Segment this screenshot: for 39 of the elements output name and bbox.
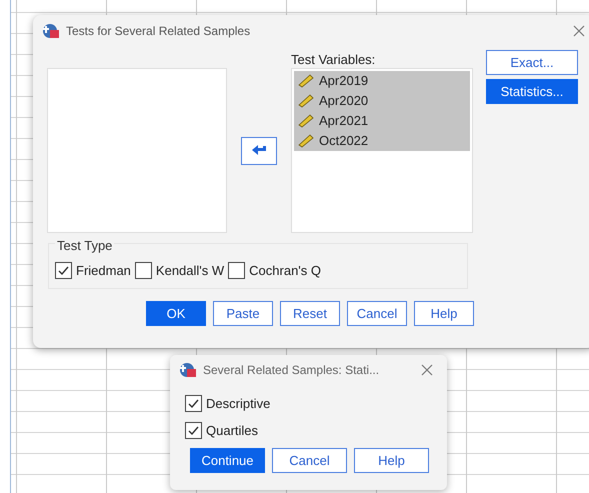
checkbox-label: Cochran's Q — [249, 262, 321, 280]
list-item[interactable]: Apr2020 — [294, 91, 470, 111]
move-button[interactable] — [241, 136, 277, 164]
dialog-button[interactable]: Exact... — [486, 50, 578, 75]
dialog-button[interactable]: Cancel — [272, 448, 347, 473]
checkbox[interactable] — [185, 422, 202, 439]
checkbox[interactable] — [134, 262, 152, 279]
dialog-button[interactable]: Help — [354, 448, 429, 473]
list-item[interactable]: Apr2021 — [294, 111, 470, 131]
checkbox-label: Friedman — [76, 262, 131, 280]
window-title: Several Related Samples: Stati... — [203, 362, 380, 379]
checkbox-label: Quartiles — [206, 422, 258, 440]
close-icon[interactable] — [573, 25, 585, 37]
app-icon — [179, 362, 197, 378]
ruler-icon — [298, 94, 314, 108]
window-title: Tests for Several Related Samples — [66, 23, 252, 40]
checkbox-label: Descriptive — [206, 395, 270, 413]
test-variable-list[interactable]: Apr2019 Apr2020 Apr2021 Oct2022 — [291, 68, 473, 233]
app-icon — [42, 23, 60, 39]
arrow-left-icon — [251, 144, 267, 156]
list-item[interactable]: Oct2022 — [294, 131, 470, 151]
dialog-button[interactable]: Paste — [213, 301, 273, 326]
checkbox[interactable] — [55, 262, 72, 279]
dialog-button[interactable]: Reset — [280, 301, 340, 326]
list-label: Test Variables: — [291, 51, 376, 68]
primary-button[interactable]: Continue — [190, 448, 265, 473]
ruler-icon — [298, 114, 314, 128]
primary-button[interactable]: OK — [146, 301, 206, 326]
close-icon[interactable] — [421, 364, 433, 376]
checkbox[interactable] — [228, 262, 246, 279]
ruler-icon — [298, 134, 314, 148]
primary-button[interactable]: Statistics... — [486, 79, 578, 104]
list-item[interactable]: Apr2019 — [294, 71, 470, 91]
dialog-button[interactable]: Cancel — [347, 301, 407, 326]
checkbox-label: Kendall's W — [156, 262, 224, 280]
ruler-icon — [298, 74, 314, 88]
dialog-button[interactable]: Help — [414, 301, 474, 326]
check-icon — [187, 397, 200, 410]
checkbox[interactable] — [185, 395, 202, 412]
